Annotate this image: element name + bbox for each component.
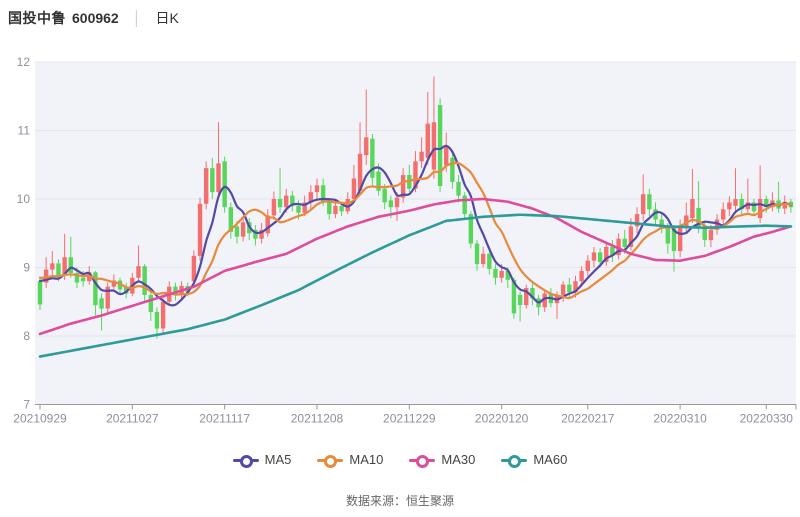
legend-label: MA5 [265, 452, 292, 467]
legend-item-ma5[interactable]: MA5 [233, 452, 292, 467]
legend-item-ma60[interactable]: MA60 [501, 452, 567, 467]
y-axis-label: 9 [23, 261, 30, 275]
x-axis-label: 20211027 [106, 412, 159, 426]
chart-header: 国投中鲁 600962 │ 日K [8, 8, 179, 28]
x-axis-label: 20220217 [561, 412, 615, 426]
y-axis-label: 7 [23, 398, 30, 412]
stock-chart-app: 国投中鲁 600962 │ 日K 7 8 9 10 11 12 20210929 202110… [0, 0, 800, 517]
x-axis-label: 20220330 [740, 412, 794, 426]
x-axis-label: 20211117 [199, 412, 250, 426]
stock-name: 国投中鲁 [8, 8, 66, 28]
y-axis-label: 12 [17, 55, 31, 69]
legend-item-ma10[interactable]: MA10 [317, 452, 383, 467]
candlestick-chart[interactable]: 7 8 9 10 11 12 20210929 20211027 20211117 2021120… [0, 0, 800, 445]
x-axis-label: 20211208 [291, 412, 344, 426]
chart-legend: MA5 MA10 MA30 MA60 [0, 452, 800, 467]
y-axis-label: 8 [23, 329, 30, 343]
ma5-line-icon [233, 455, 259, 465]
header-separator: │ [133, 10, 142, 26]
stock-code: 600962 [72, 10, 119, 26]
x-axis-label: 20220120 [475, 412, 529, 426]
legend-item-ma30[interactable]: MA30 [409, 452, 475, 467]
ma30-line-icon [409, 455, 435, 465]
ma10-line-icon [317, 455, 343, 465]
period-tab-daily-k[interactable]: 日K [155, 8, 178, 28]
legend-label: MA30 [441, 452, 475, 467]
data-source-caption: 数据来源：恒生聚源 [0, 492, 800, 509]
x-axis-label: 20211229 [383, 412, 436, 426]
legend-label: MA60 [533, 452, 567, 467]
y-axis-label: 10 [17, 192, 31, 206]
legend-label: MA10 [349, 452, 383, 467]
x-axis-label: 20210929 [13, 412, 67, 426]
x-axis-label: 20220310 [653, 412, 707, 426]
y-axis-label: 11 [18, 124, 31, 138]
ma60-line-icon [501, 455, 527, 465]
